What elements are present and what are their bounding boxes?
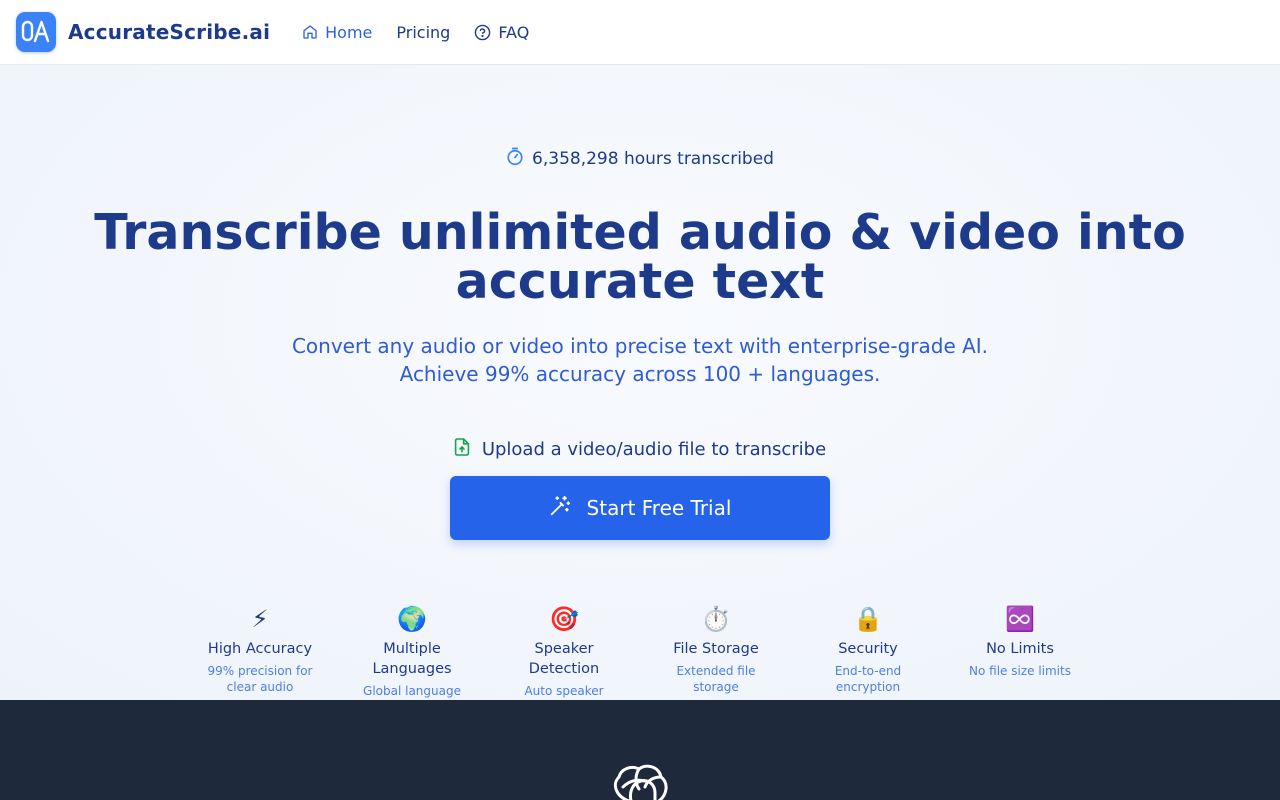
brand-logo-icon[interactable] [16, 12, 56, 52]
feature-security: 🔒 Security End-to-end encryption [792, 603, 944, 715]
upload-prompt[interactable]: Upload a video/audio file to transcribe [0, 438, 1280, 461]
infinity-icon: ♾️ [1005, 605, 1035, 633]
openai-logo-icon [607, 763, 673, 800]
stopwatch-emoji-icon: ⏱️ [701, 605, 731, 633]
magic-wand-icon [549, 495, 571, 522]
nav-pricing-link[interactable]: Pricing [396, 23, 450, 42]
main-nav: Home Pricing FAQ [302, 23, 529, 42]
feature-no-limits: ♾️ No Limits No file size limits [944, 603, 1096, 715]
nav-home-link[interactable]: Home [302, 23, 372, 42]
feature-high-accuracy: ⚡ High Accuracy 99% precision for clear … [184, 603, 336, 715]
feature-description: End-to-end encryption [834, 664, 902, 694]
feature-title: Multiple Languages [372, 641, 452, 677]
target-icon: 🎯 [549, 605, 579, 633]
feature-description: 99% precision for clear audio [207, 664, 313, 694]
hero-headline: Transcribe unlimited audio & video into … [60, 208, 1220, 306]
subline-line-2: Achieve 99% accuracy across 100 + langua… [399, 362, 881, 386]
start-free-trial-label: Start Free Trial [586, 496, 732, 520]
subline-line-1: Convert any audio or video into precise … [291, 334, 989, 358]
feature-title: High Accuracy [207, 641, 313, 657]
hours-transcribed-stat: 6,358,298 hours transcribed [0, 146, 1280, 171]
nav-pricing-label: Pricing [396, 22, 451, 42]
feature-title: Security [838, 641, 898, 657]
stopwatch-icon [506, 146, 524, 171]
feature-speaker-detection: 🎯 Speaker Detection Auto speaker detecti… [488, 603, 640, 715]
brand-name[interactable]: AccurateScribe.ai [68, 20, 270, 44]
powered-by-section [0, 700, 1280, 800]
feature-title: No Limits [986, 641, 1054, 657]
feature-list: ⚡ High Accuracy 99% precision for clear … [184, 603, 1096, 715]
home-icon [302, 24, 318, 40]
start-free-trial-button[interactable]: Start Free Trial [450, 476, 830, 540]
lightning-icon: ⚡ [251, 605, 269, 633]
feature-description: Extended file storage [676, 664, 756, 694]
globe-icon: 🌍 [397, 605, 427, 633]
hero-subheadline: Convert any audio or video into precise … [240, 332, 1040, 388]
feature-title: Speaker Detection [528, 641, 600, 677]
file-upload-icon [454, 438, 470, 461]
top-navbar: AccurateScribe.ai Home Pricing FAQ [0, 0, 1280, 65]
feature-description: No file size limits [969, 664, 1071, 678]
stat-text: 6,358,298 hours transcribed [532, 148, 774, 169]
lock-icon: 🔒 [853, 605, 883, 633]
nav-home-label: Home [325, 22, 373, 42]
hero-section: 6,358,298 hours transcribed Transcribe u… [0, 65, 1280, 714]
feature-file-storage: ⏱️ File Storage Extended file storage [640, 603, 792, 715]
nav-faq-label: FAQ [498, 22, 530, 42]
feature-title: File Storage [673, 641, 759, 657]
feature-multiple-languages: 🌍 Multiple Languages Global language sup… [336, 603, 488, 715]
help-circle-icon [474, 24, 491, 41]
nav-faq-link[interactable]: FAQ [474, 23, 529, 42]
headline-line-2: accurate text [455, 253, 825, 310]
upload-prompt-text: Upload a video/audio file to transcribe [481, 439, 827, 460]
